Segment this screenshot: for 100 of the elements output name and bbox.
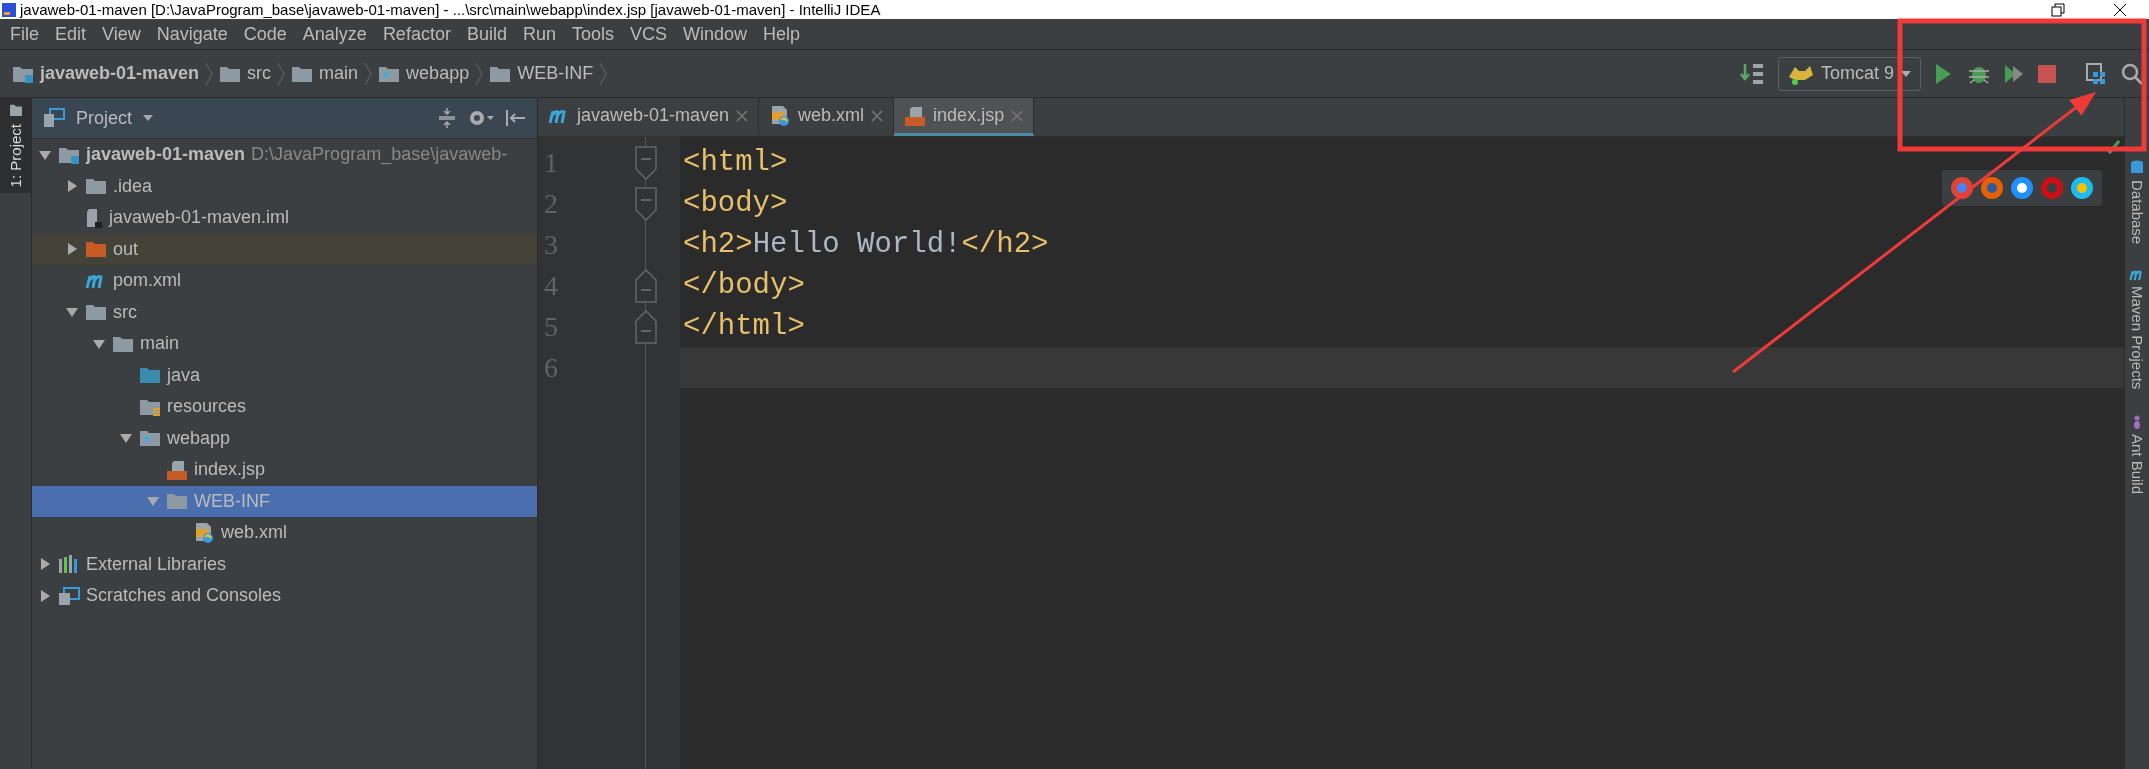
code-line: <html>	[683, 146, 788, 179]
folder-icon	[85, 303, 107, 322]
menu-item[interactable]: Tools	[563, 23, 622, 45]
tree-item-label: WEB-INF	[194, 490, 270, 512]
tree-item[interactable]: javaweb-01-maven D:\JavaProgram_base\javaweb-	[32, 139, 537, 171]
xml-file-icon	[193, 521, 215, 544]
menu-item[interactable]: Window	[675, 23, 756, 45]
menu-item[interactable]: Navigate	[148, 23, 236, 45]
project-path: D:\JavaProgram_base\javaweb-	[251, 144, 508, 166]
menu-item[interactable]: Build	[458, 23, 515, 45]
project-icon	[42, 108, 66, 128]
stop-icon[interactable]	[2037, 63, 2057, 84]
tree-item-label: resources	[167, 396, 247, 418]
breadcrumb-item[interactable]: src	[219, 63, 272, 84]
folder-icon	[85, 240, 107, 259]
folder-icon	[291, 64, 314, 83]
menu-item[interactable]: View	[94, 23, 149, 45]
close-icon[interactable]	[2113, 2, 2127, 17]
tree-item[interactable]: webapp	[32, 422, 537, 454]
tree-item[interactable]: main	[32, 328, 537, 360]
tool-window-tab[interactable]: Database	[2128, 160, 2146, 245]
folder-icon	[85, 177, 107, 196]
restore-icon[interactable]	[2051, 2, 2065, 17]
m-icon	[2129, 268, 2145, 283]
expand-arrow-icon[interactable]	[38, 557, 52, 572]
breadcrumb-item[interactable]: webapp	[378, 63, 470, 84]
menu-item[interactable]: Edit	[47, 23, 95, 45]
folder-icon	[219, 64, 242, 83]
tree-item[interactable]: Scratches and Consoles	[32, 580, 537, 612]
tree-item[interactable]: src	[32, 296, 537, 328]
jsp-file-icon	[904, 105, 927, 126]
editor-tab[interactable]: index.jsp	[894, 98, 1035, 136]
breadcrumb-item[interactable]: main	[291, 63, 359, 84]
fold-marker-icon[interactable]	[635, 309, 657, 344]
fold-marker-icon[interactable]	[635, 145, 657, 180]
menu-item[interactable]: File	[2, 23, 47, 45]
check-icon	[2104, 140, 2120, 154]
expand-arrow-icon[interactable]	[65, 242, 79, 257]
folder-icon	[139, 366, 161, 385]
expand-arrow-icon[interactable]	[38, 588, 52, 603]
tree-item[interactable]: resources	[32, 391, 537, 423]
web-folder-icon	[139, 429, 161, 448]
file-icon	[85, 207, 103, 228]
code-line: </html>	[683, 310, 805, 343]
hide-icon[interactable]	[505, 108, 527, 128]
search-icon[interactable]	[2121, 62, 2143, 85]
tree-item[interactable]: pom.xml	[32, 265, 537, 297]
run-configuration-dropdown[interactable]: Tomcat 9	[1777, 56, 1921, 91]
caret-icon[interactable]	[142, 114, 155, 122]
tree-item[interactable]: web.xml	[32, 517, 537, 549]
browser-icon[interactable]	[2010, 176, 2034, 200]
fold-marker-icon[interactable]	[635, 268, 657, 303]
web-folder-icon	[378, 64, 401, 83]
expand-arrow-icon[interactable]	[65, 179, 79, 194]
tree-item-label: .idea	[113, 175, 153, 197]
menu-item[interactable]: Help	[755, 23, 809, 45]
tree-item[interactable]: External Libraries	[32, 548, 537, 580]
folder-icon	[7, 104, 24, 118]
tree-item[interactable]: index.jsp	[32, 454, 537, 486]
tool-window-tab[interactable]: 1: Project	[0, 98, 31, 193]
breadcrumb-item[interactable]: WEB-INF	[489, 63, 594, 84]
tree-item-label: out	[113, 238, 139, 260]
tool-window-tab[interactable]: Ant Build	[2128, 413, 2146, 494]
code-line: <body>	[683, 187, 788, 220]
panel-title[interactable]: Project	[76, 107, 133, 129]
tree-item-label: java	[167, 364, 201, 386]
tree-item-label: webapp	[167, 427, 231, 449]
resources-folder-icon	[139, 397, 161, 416]
tree-item-label: External Libraries	[86, 553, 227, 575]
tree-item-label: Scratches and Consoles	[86, 585, 282, 607]
menu-item[interactable]: VCS	[622, 23, 675, 45]
code-line: </body>	[683, 269, 805, 302]
collapse-all-icon[interactable]	[437, 107, 457, 129]
tree-item[interactable]: java	[32, 359, 537, 391]
menu-item[interactable]: Code	[235, 23, 295, 45]
tree-item[interactable]: javaweb-01-maven.iml	[32, 202, 537, 234]
gear-icon[interactable]	[467, 108, 495, 128]
menu-item[interactable]: Refactor	[374, 23, 459, 45]
folder-icon	[489, 64, 512, 83]
menu-item[interactable]: Run	[514, 23, 564, 45]
build-icon[interactable]	[1739, 61, 1766, 86]
chevron-icon	[205, 61, 214, 86]
tree-item-label: index.jsp	[194, 459, 266, 481]
folder-icon	[112, 334, 134, 353]
browser-icon[interactable]	[2070, 176, 2094, 200]
menu-item[interactable]: Analyze	[294, 23, 375, 45]
tree-item-label: web.xml	[221, 522, 287, 544]
tree-item-label: main	[140, 333, 179, 355]
library-icon	[58, 555, 80, 574]
fold-marker-icon[interactable]	[635, 186, 657, 221]
tree-item[interactable]: out	[32, 233, 537, 265]
tool-window-tab[interactable]: Maven Projects	[2128, 268, 2146, 390]
window-title: javaweb-01-maven [D:\JavaProgram_base\javaweb-01-maven] - ...\src\main\webapp\index.jsp [javaweb-01-maven] - IntelliJ IDEA	[20, 1, 882, 18]
tree-item[interactable]: .idea	[32, 170, 537, 202]
xml-file-icon	[769, 104, 792, 127]
breadcrumb-item[interactable]: javaweb-01-maven	[12, 63, 200, 84]
tree-item-label: javaweb-01-maven	[86, 144, 246, 166]
caret-icon	[1900, 69, 1912, 78]
coverage-icon[interactable]	[2003, 62, 2025, 85]
chevron-icon	[599, 61, 608, 86]
